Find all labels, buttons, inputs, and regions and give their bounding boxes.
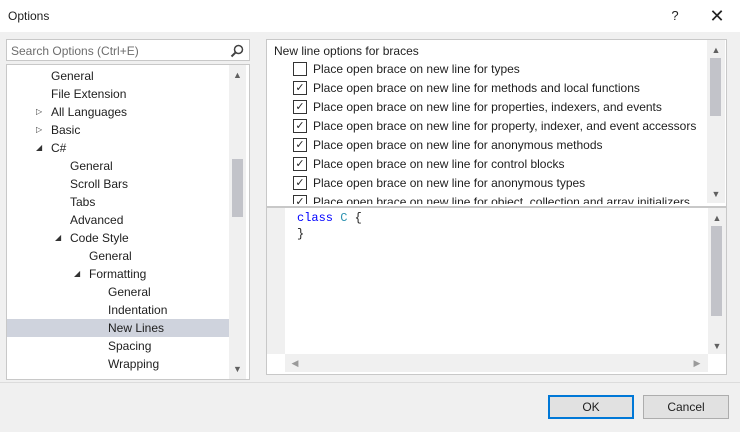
footer-separator bbox=[0, 382, 740, 383]
options-tree[interactable]: General File Extension ▷ All Languages ▷ Basi… bbox=[6, 64, 250, 380]
options-panel: New line options for braces Place open b… bbox=[266, 39, 727, 375]
tree-item-label: Advanced bbox=[70, 213, 124, 227]
tree-item-label: File Extension bbox=[51, 87, 127, 101]
option-checkbox[interactable]: ✓ bbox=[293, 157, 307, 171]
scroll-down-icon[interactable]: ▼ bbox=[707, 186, 725, 202]
tree-item[interactable]: ◢ Formatting bbox=[7, 265, 229, 283]
scroll-down-icon[interactable]: ▼ bbox=[229, 361, 246, 377]
option-checkbox[interactable] bbox=[293, 62, 307, 76]
tree-item-label: Spacing bbox=[108, 339, 152, 353]
option-label: Place open brace on new line for methods… bbox=[313, 81, 640, 95]
tree-item-label: General bbox=[89, 249, 132, 263]
option-checkbox[interactable]: ✓ bbox=[293, 138, 307, 152]
tree-item[interactable]: General bbox=[7, 157, 229, 175]
option-checkbox[interactable]: ✓ bbox=[293, 119, 307, 133]
collapse-arrow-icon[interactable]: ◢ bbox=[74, 265, 84, 283]
option-label: Place open brace on new line for propert… bbox=[313, 100, 662, 114]
option-row[interactable]: ✓ Place open brace on new line for proper… bbox=[293, 117, 707, 136]
option-row[interactable]: Place open brace on new line for types bbox=[293, 60, 707, 79]
code-text: class C { } bbox=[297, 210, 362, 242]
title-bar: Options ? ✕ bbox=[0, 0, 740, 32]
tree-item[interactable]: Scroll Bars bbox=[7, 175, 229, 193]
scroll-thumb[interactable] bbox=[232, 159, 243, 217]
tree-item-label: Formatting bbox=[89, 267, 147, 281]
option-checkbox[interactable]: ✓ bbox=[293, 81, 307, 95]
scroll-thumb[interactable] bbox=[711, 226, 722, 316]
tree-item-label: Code Style bbox=[70, 231, 129, 245]
option-checkbox[interactable]: ✓ bbox=[293, 100, 307, 114]
option-row[interactable]: ✓ Place open brace on new line for method… bbox=[293, 79, 707, 98]
search-icon[interactable] bbox=[229, 43, 245, 59]
close-button[interactable]: ✕ bbox=[702, 4, 732, 28]
option-checkbox[interactable]: ✓ bbox=[293, 195, 307, 204]
tree-item-label: General bbox=[108, 285, 151, 299]
scroll-right-icon[interactable]: ▶ bbox=[689, 354, 705, 372]
option-row[interactable]: ✓ Place open brace on new line for contro… bbox=[293, 155, 707, 174]
tree-item[interactable]: New Lines bbox=[7, 319, 229, 337]
code-type-name: C bbox=[340, 211, 348, 225]
option-list: Place open brace on new line for types ✓ P… bbox=[267, 60, 707, 204]
scroll-left-icon[interactable]: ◀ bbox=[287, 354, 303, 372]
tree-item-label: Indentation bbox=[108, 303, 168, 317]
expand-arrow-icon[interactable]: ▷ bbox=[36, 103, 46, 121]
tree-item[interactable]: Wrapping bbox=[7, 355, 229, 373]
tree-item[interactable]: ◢ C# bbox=[7, 139, 229, 157]
tree-item-label: Scroll Bars bbox=[70, 177, 129, 191]
tree-item-label: C# bbox=[51, 141, 67, 155]
tree-item-label: Basic bbox=[51, 123, 81, 137]
scroll-up-icon[interactable]: ▲ bbox=[707, 42, 725, 58]
window-title: Options bbox=[8, 9, 50, 23]
tree-item[interactable]: General bbox=[7, 67, 229, 85]
tree-item[interactable]: General bbox=[7, 283, 229, 301]
tree-item[interactable]: File Extension bbox=[7, 85, 229, 103]
tree-item-label: General bbox=[51, 69, 94, 83]
expand-arrow-icon[interactable]: ▷ bbox=[36, 121, 46, 139]
tree-item-label: Wrapping bbox=[108, 357, 160, 371]
tree-item[interactable]: Tabs bbox=[7, 193, 229, 211]
ok-button[interactable]: OK bbox=[548, 395, 634, 419]
option-label: Place open brace on new line for propert… bbox=[313, 119, 697, 133]
search-input[interactable]: Search Options (Ctrl+E) bbox=[6, 39, 250, 61]
preview-vscrollbar[interactable]: ▲ ▼ bbox=[708, 208, 726, 354]
option-row[interactable]: ✓ Place open brace on new line for object… bbox=[293, 193, 707, 204]
code-close-brace: } bbox=[297, 227, 305, 241]
option-label: Place open brace on new line for control… bbox=[313, 157, 565, 171]
tree-item[interactable]: Indentation bbox=[7, 301, 229, 319]
tree-item[interactable]: ▷ All Languages bbox=[7, 103, 229, 121]
options-scrollbar[interactable]: ▲ ▼ bbox=[707, 40, 725, 203]
tree-item[interactable]: ◢ Code Style bbox=[7, 229, 229, 247]
option-row[interactable]: ✓ Place open brace on new line for anonym… bbox=[293, 174, 707, 193]
tree-item[interactable]: ▷ Basic bbox=[7, 121, 229, 139]
scroll-down-icon[interactable]: ▼ bbox=[708, 338, 726, 354]
option-label: Place open brace on new line for anonymo… bbox=[313, 176, 586, 190]
preview-margin bbox=[267, 208, 285, 354]
option-label: Place open brace on new line for anonymo… bbox=[313, 138, 603, 152]
help-button[interactable]: ? bbox=[660, 4, 690, 28]
tree-item-label: General bbox=[70, 159, 113, 173]
tree-item-label: All Languages bbox=[51, 105, 128, 119]
search-placeholder: Search Options (Ctrl+E) bbox=[11, 44, 139, 58]
option-checkbox[interactable]: ✓ bbox=[293, 176, 307, 190]
scroll-up-icon[interactable]: ▲ bbox=[229, 67, 246, 83]
option-label: Place open brace on new line for object,… bbox=[313, 195, 690, 204]
tree-scrollbar[interactable]: ▲ ▼ bbox=[229, 65, 246, 379]
code-keyword: class bbox=[297, 211, 334, 225]
preview-hscrollbar[interactable]: ◀ ▶ bbox=[285, 354, 708, 372]
code-open-brace: { bbox=[354, 211, 362, 225]
scroll-thumb[interactable] bbox=[710, 58, 721, 116]
tree-item[interactable]: General bbox=[7, 247, 229, 265]
option-row[interactable]: ✓ Place open brace on new line for anonym… bbox=[293, 136, 707, 155]
option-label: Place open brace on new line for types bbox=[313, 62, 520, 76]
cancel-button[interactable]: Cancel bbox=[643, 395, 729, 419]
tree-item[interactable]: Advanced bbox=[7, 211, 229, 229]
scroll-up-icon[interactable]: ▲ bbox=[708, 210, 726, 226]
options-header: New line options for braces bbox=[274, 44, 419, 58]
collapse-arrow-icon[interactable]: ◢ bbox=[55, 229, 65, 247]
option-row[interactable]: ✓ Place open brace on new line for proper… bbox=[293, 98, 707, 117]
tree-item-label: New Lines bbox=[108, 321, 165, 335]
tree-item-label: Tabs bbox=[70, 195, 96, 209]
collapse-arrow-icon[interactable]: ◢ bbox=[36, 139, 46, 157]
tree-item[interactable]: Spacing bbox=[7, 337, 229, 355]
code-preview: class C { } ▲ ▼ ◀ ▶ bbox=[267, 208, 726, 374]
